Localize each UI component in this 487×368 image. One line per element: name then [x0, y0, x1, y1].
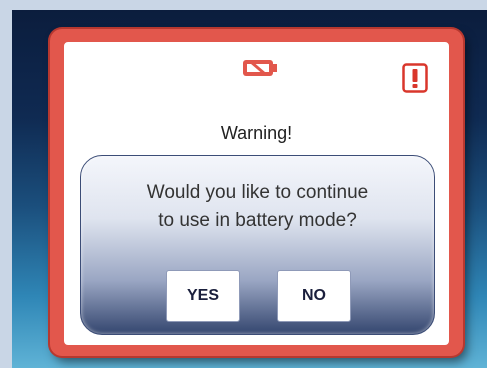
- message-line-2: to use in battery mode?: [158, 210, 357, 231]
- no-button[interactable]: NO: [277, 270, 351, 322]
- message-line-1: Would you like to continue: [146, 182, 369, 203]
- exclamation-icon: [402, 63, 428, 93]
- yes-button[interactable]: YES: [166, 270, 240, 322]
- dialog-message: Would you like to continue to use in bat…: [81, 179, 434, 235]
- warning-dialog: Warning! Would you like to continue to u…: [62, 40, 451, 347]
- message-panel: Would you like to continue to use in bat…: [80, 155, 435, 335]
- battery-empty-icon: [243, 60, 277, 76]
- dialog-title: Warning!: [220, 123, 293, 143]
- warning-dialog-frame: Warning! Would you like to continue to u…: [50, 29, 463, 356]
- screen-background: Warning! Would you like to continue to u…: [12, 10, 487, 368]
